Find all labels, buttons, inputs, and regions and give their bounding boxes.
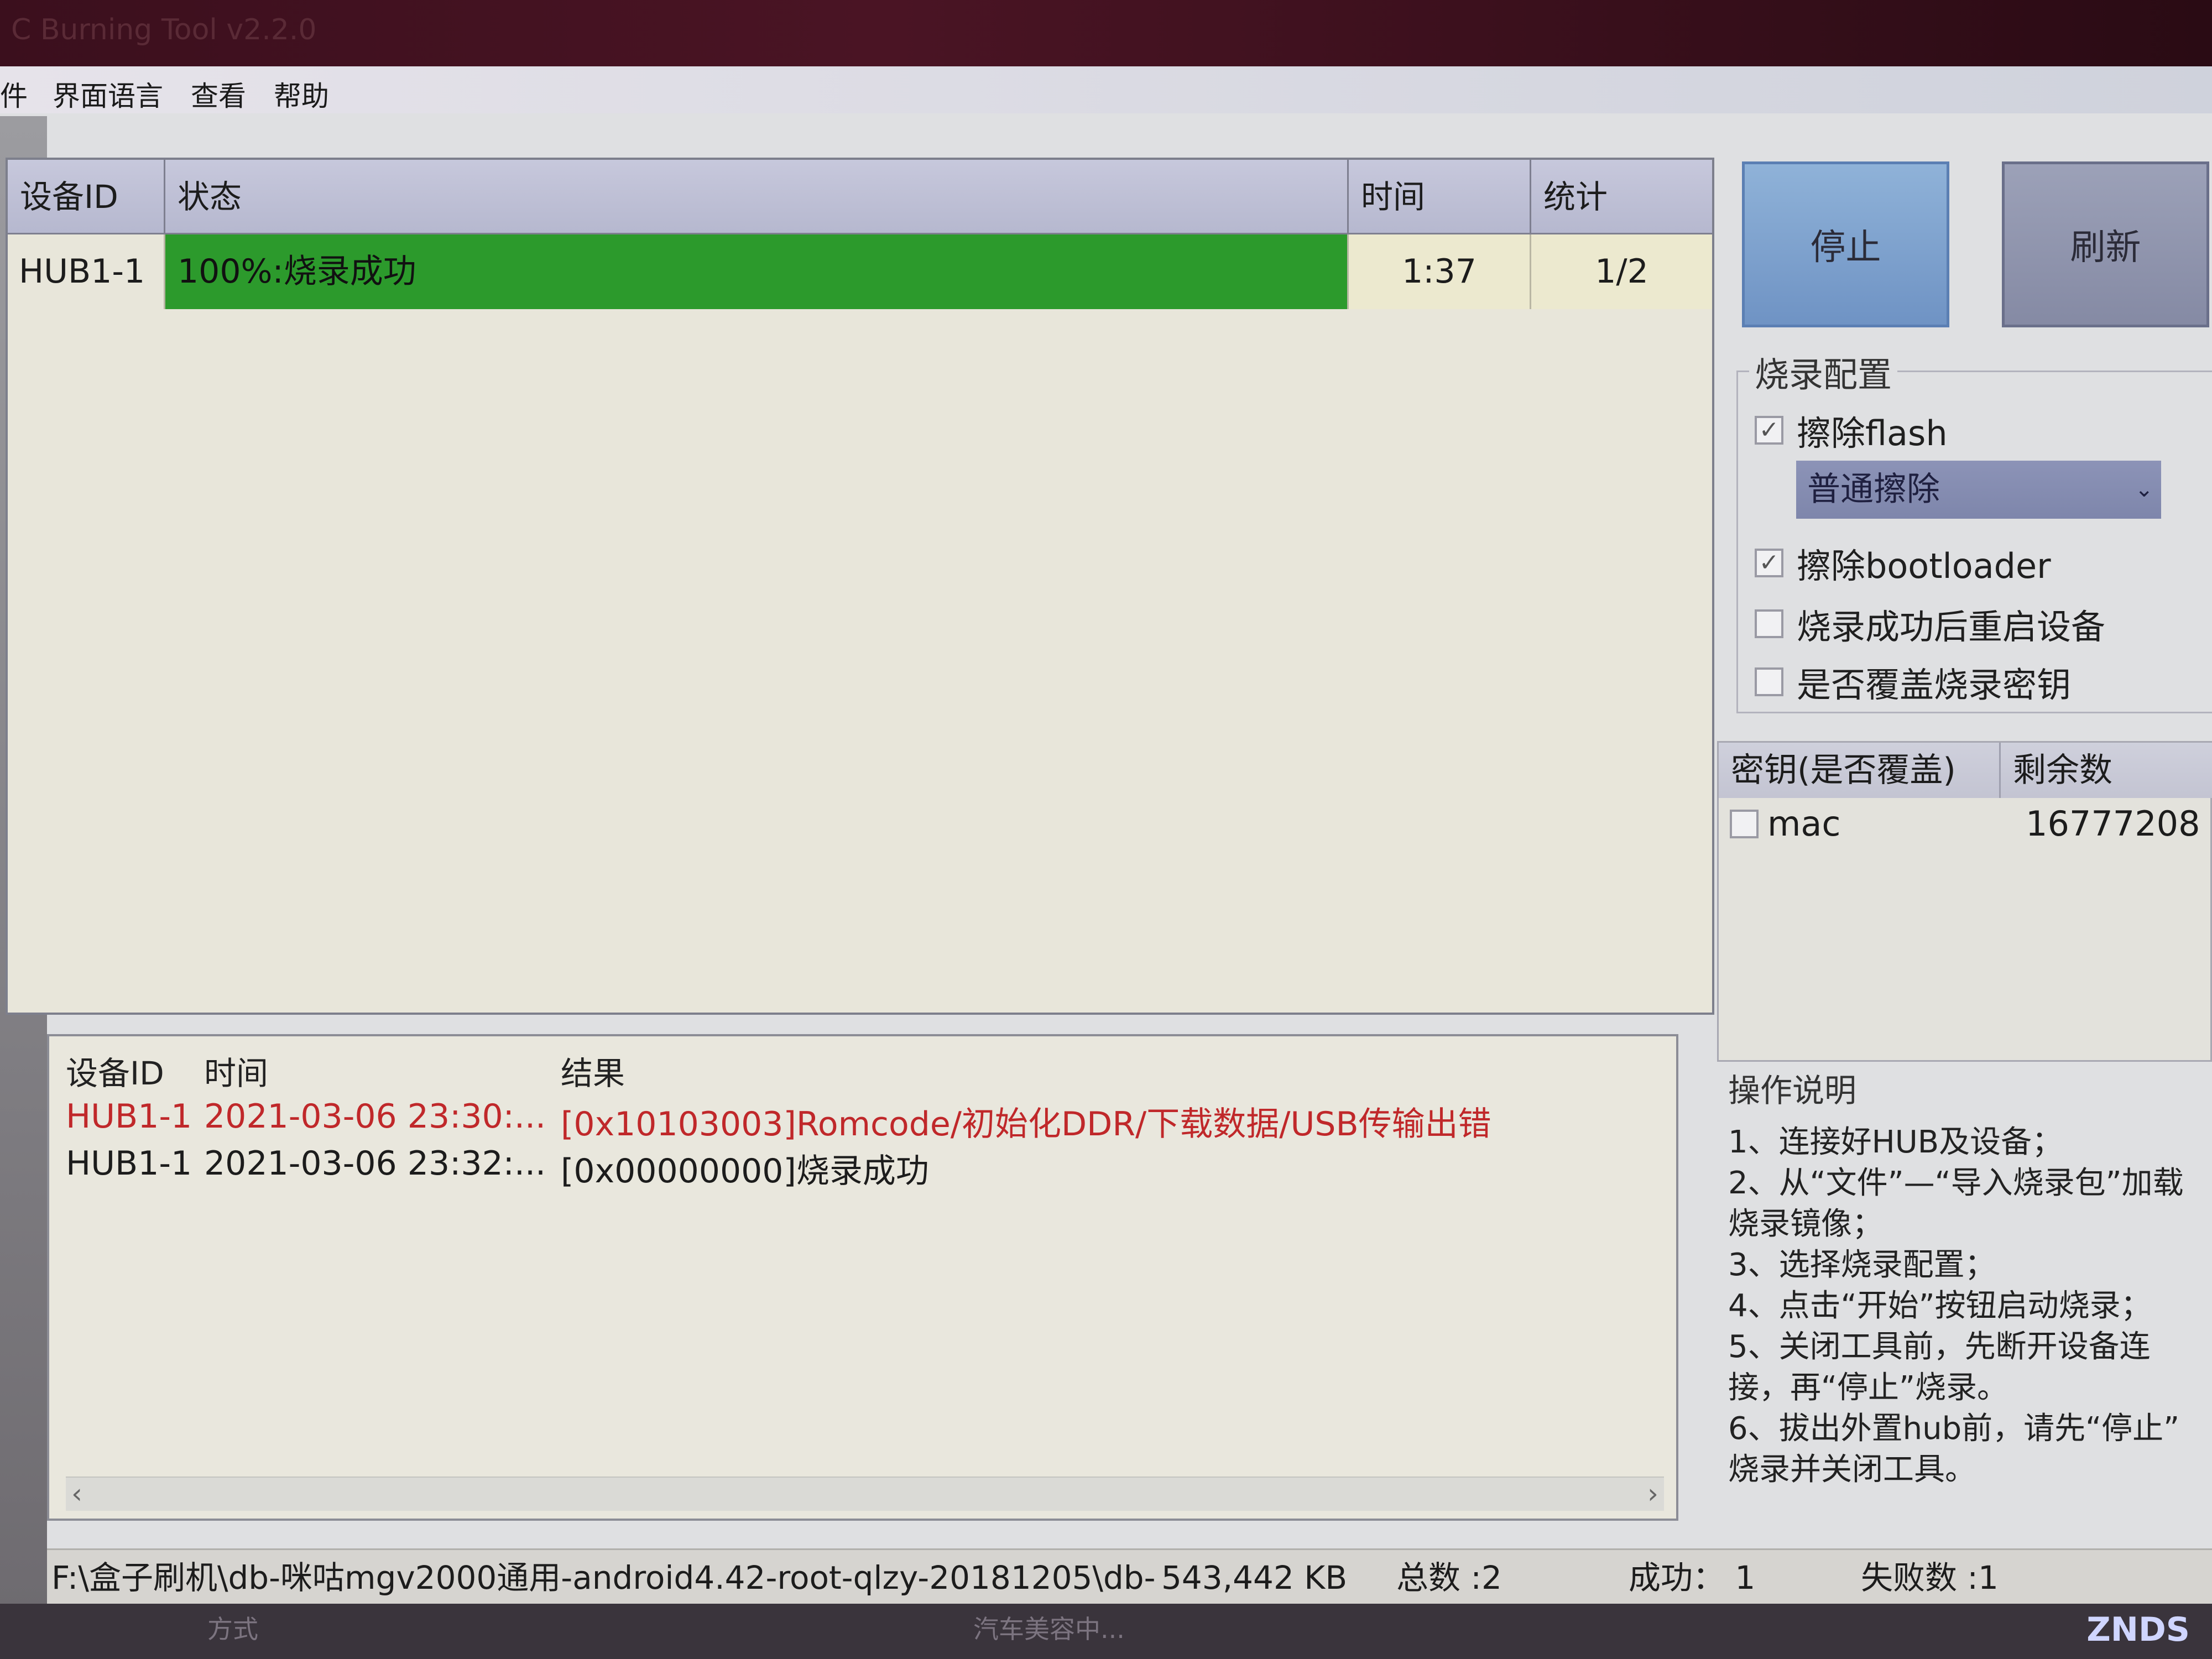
instruction-line: 烧录镜像； — [1728, 1206, 1883, 1242]
instruction-line: 烧录并关闭工具。 — [1728, 1452, 1976, 1488]
reboot-after-checkbox[interactable] — [1755, 609, 1783, 638]
instruction-line: 6、拔出外置hub前，请先“停止” — [1728, 1411, 2180, 1447]
erase-bootloader-option[interactable]: ✓ 擦除bootloader — [1755, 538, 2051, 588]
overwrite-key-checkbox[interactable] — [1755, 667, 1783, 696]
log-row-device-id: HUB1-1 — [66, 1144, 192, 1183]
log-row-result: [0x00000000]烧录成功 — [561, 1152, 929, 1191]
reboot-after-option[interactable]: 烧录成功后重启设备 — [1755, 599, 2105, 649]
overwrite-key-option[interactable]: 是否覆盖烧录密钥 — [1755, 657, 2071, 707]
log-row-result: [0x10103003]Romcode/初始化DDR/下载数据/USB传输出错 — [561, 1105, 1491, 1144]
device-row-stat: 1/2 — [1531, 234, 1712, 309]
instruction-line: 1、连接好HUB及设备； — [1728, 1124, 2063, 1160]
status-bar: F:\盒子刷机\db-咪咕mgv2000通用-android4.42-root-… — [47, 1548, 2212, 1604]
znds-watermark-logo: ZNDS — [2086, 1610, 2190, 1649]
instruction-line: 2、从“文件”—“导入烧录包”加载 — [1728, 1165, 2184, 1201]
instruction-line: 5、关闭工具前，先断开设备连 — [1728, 1329, 2151, 1365]
package-size: 543,442 KB — [1161, 1559, 1348, 1597]
failed-count: 失败数 :1 — [1861, 1559, 1999, 1597]
log-header-time[interactable]: 时间 — [204, 1047, 268, 1094]
scroll-left-icon[interactable]: ‹ — [71, 1478, 82, 1510]
instructions-panel: 操作说明 1、连接好HUB及设备； 2、从“文件”—“导入烧录包”加载 烧录镜像… — [1728, 1065, 2212, 1507]
menu-language[interactable]: 界面语言 — [53, 74, 163, 114]
mac-key-checkbox[interactable] — [1730, 809, 1759, 838]
refresh-button[interactable]: 刷新 — [2002, 161, 2209, 327]
erase-flash-label: 擦除flash — [1797, 413, 1948, 453]
column-header-time[interactable]: 时间 — [1349, 160, 1531, 234]
device-row-status-progress: 100%:烧录成功 — [165, 234, 1349, 309]
menu-help[interactable]: 帮助 — [274, 74, 329, 114]
device-row-time: 1:37 — [1349, 234, 1531, 309]
menu-view[interactable]: 查看 — [191, 74, 246, 114]
erase-flash-option[interactable]: ✓ 擦除flash — [1755, 405, 1948, 455]
total-count: 总数 :2 — [1396, 1559, 1502, 1597]
taskbar: 方式 汽车美容中... ZNDS — [0, 1604, 2212, 1659]
reboot-after-label: 烧录成功后重启设备 — [1797, 607, 2106, 647]
menu-file[interactable]: 件 — [0, 74, 28, 114]
taskbar-item[interactable]: 方式 — [207, 1609, 258, 1646]
device-row-id[interactable]: HUB1-1 — [8, 234, 165, 309]
stop-button-label: 停止 — [1810, 227, 1881, 268]
title-bar: C Burning Tool v2.2.0 — [0, 0, 2212, 66]
menu-bar: 件 界面语言 查看 帮助 — [0, 66, 2212, 113]
key-column-header[interactable]: 密钥(是否覆盖) — [1719, 743, 2001, 798]
instruction-line: 接，再“停止”烧录。 — [1728, 1370, 2008, 1406]
horizontal-scrollbar[interactable]: ‹ › — [66, 1477, 1664, 1511]
instructions-title: 操作说明 — [1728, 1072, 1857, 1109]
refresh-button-label: 刷新 — [2070, 227, 2141, 268]
window-title: C Burning Tool v2.2.0 — [11, 13, 317, 46]
column-header-stat[interactable]: 统计 — [1531, 160, 1712, 234]
log-header-result[interactable]: 结果 — [561, 1047, 625, 1094]
log-row-time: 2021-03-06 23:30:... — [204, 1097, 546, 1136]
burn-config-title: 烧录配置 — [1749, 347, 1898, 397]
instruction-line: 4、点击“开始”按钮启动烧录； — [1728, 1288, 2152, 1324]
overwrite-key-label: 是否覆盖烧录密钥 — [1797, 665, 2072, 705]
stop-button[interactable]: 停止 — [1742, 161, 1949, 327]
column-header-status[interactable]: 状态 — [165, 160, 1349, 234]
erase-mode-select[interactable]: 普通擦除 ⌄ — [1796, 461, 2161, 519]
log-table: 设备ID 时间 结果 HUB1-1 2021-03-06 23:30:... [… — [47, 1034, 1678, 1521]
key-row-mac[interactable]: mac — [1730, 804, 1840, 844]
scroll-right-icon[interactable]: › — [1647, 1478, 1658, 1510]
column-header-device-id[interactable]: 设备ID — [8, 160, 165, 234]
chevron-down-icon: ⌄ — [2135, 477, 2153, 502]
erase-bootloader-label: 擦除bootloader — [1797, 546, 2051, 586]
success-count: 成功： 1 — [1629, 1559, 1756, 1597]
erase-flash-checkbox[interactable]: ✓ — [1755, 416, 1783, 445]
package-path: F:\盒子刷机\db-咪咕mgv2000通用-android4.42-root-… — [51, 1559, 1157, 1597]
burn-config-group: 烧录配置 ✓ 擦除flash 普通擦除 ⌄ ✓ 擦除bootloader 烧录成… — [1736, 347, 2212, 713]
erase-mode-value: 普通擦除 — [1807, 470, 1940, 509]
key-row-remaining: 16777208 — [2026, 804, 2200, 844]
taskbar-item[interactable]: 汽车美容中... — [973, 1609, 1125, 1646]
key-row-name: mac — [1767, 804, 1841, 844]
erase-bootloader-checkbox[interactable]: ✓ — [1755, 549, 1783, 577]
log-header-device-id[interactable]: 设备ID — [66, 1047, 164, 1094]
instruction-line: 3、选择烧录配置； — [1728, 1247, 1996, 1283]
key-table: 密钥(是否覆盖) 剩余数 mac 16777208 — [1717, 741, 2212, 1062]
log-row-device-id: HUB1-1 — [66, 1097, 192, 1136]
device-table: 设备ID 状态 时间 统计 HUB1-1 100%:烧录成功 1:37 1/2 — [6, 158, 1714, 1015]
remaining-column-header[interactable]: 剩余数 — [2001, 743, 2212, 798]
log-row-time: 2021-03-06 23:32:... — [204, 1144, 546, 1183]
